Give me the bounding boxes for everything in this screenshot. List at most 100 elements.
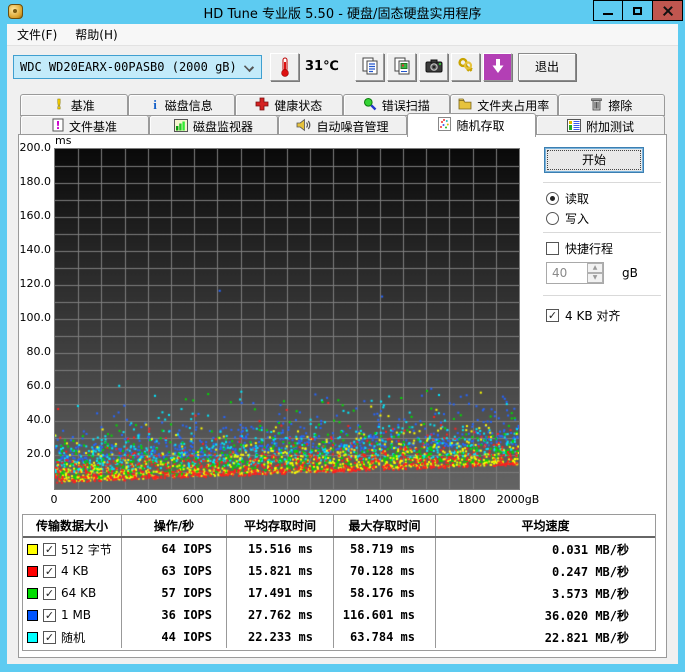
spinner-up-button[interactable]: ▲ (587, 263, 603, 273)
y-tick-label: 100.0 (19, 311, 52, 324)
title-bar: HD Tune 专业版 5.50 - 硬盘/固态硬盘实用程序 (0, 0, 685, 24)
toolbar: WDC WD20EARX-00PASB0 (2000 gB) 31℃ 退出 (7, 46, 678, 90)
checkbox-unchecked-icon (546, 242, 559, 255)
align-checkbox[interactable]: ✓ 4 KB 对齐 (546, 307, 620, 324)
table-row: ✓ 随机 44 IOPS 22.233 ms 63.784 ms 22.821 MB/秒 (23, 626, 655, 648)
minimize-button[interactable] (593, 0, 623, 21)
app-window: HD Tune 专业版 5.50 - 硬盘/固态硬盘实用程序 文件(F) 帮助(H… (0, 0, 685, 672)
y-tick-label: 60.0 (26, 379, 52, 392)
series-checkbox[interactable]: ✓ (43, 630, 56, 644)
write-radio-label: 写入 (565, 212, 590, 226)
avg-speed-value: 22.821 MB/秒 (435, 626, 655, 648)
update-button[interactable] (483, 53, 512, 81)
chevron-down-icon (243, 61, 255, 73)
copy-image-icon (392, 56, 412, 79)
disk-info-icon: i (150, 97, 160, 114)
ops-value: 36 IOPS (121, 604, 226, 626)
maximize-icon (633, 6, 642, 15)
series-label: 64 KB (61, 586, 97, 600)
random-access-page: ms 20.0 40.0 60.0 80.0 100.0 120.0 140.0 160.0 1… (18, 134, 667, 658)
exit-button[interactable]: 退出 (518, 53, 576, 81)
copy-text-button[interactable] (355, 53, 384, 81)
y-tick-label: 140.0 (19, 243, 52, 256)
results-table-header: 传输数据大小 操作/秒 平均存取时间 最大存取时间 平均速度 (23, 515, 655, 538)
x-tick-label: 0 (50, 493, 58, 506)
shortstroke-checkbox[interactable]: 快捷行程 (546, 240, 613, 257)
series-checkbox[interactable]: ✓ (43, 608, 56, 622)
max-access-value: 58.719 ms (333, 538, 435, 560)
series-checkbox[interactable]: ✓ (43, 586, 56, 600)
avg-access-value: 15.516 ms (226, 538, 333, 560)
shortstroke-unit: gB (622, 266, 638, 280)
max-access-value: 63.784 ms (333, 626, 435, 648)
temperature-button[interactable] (270, 53, 299, 81)
max-access-value: 116.601 ms (333, 604, 435, 626)
table-row: ✓ 1 MB 36 IOPS 27.762 ms 116.601 ms 36.020 MB… (23, 604, 655, 626)
maximize-button[interactable] (623, 0, 653, 21)
tab-基准[interactable]: ! 基准 (20, 94, 128, 116)
write-radio[interactable]: 写入 (546, 210, 589, 227)
column-header: 操作/秒 (121, 515, 226, 536)
avg-speed-value: 0.247 MB/秒 (435, 560, 655, 582)
tab-擦除[interactable]: 擦除 (557, 94, 665, 116)
spinner-down-button[interactable]: ▼ (587, 273, 603, 283)
tab-磁盘信息[interactable]: i 磁盘信息 (127, 94, 235, 116)
table-row: ✓ 512 字节 64 IOPS 15.516 ms 58.719 ms 0.031 MB… (23, 538, 655, 560)
tab-row-1: ! 基准 i 磁盘信息 健康状态 错误扫描 文件夹占用率 擦除 (20, 94, 665, 116)
ops-value: 63 IOPS (121, 560, 226, 582)
tab-label: 擦除 (608, 98, 633, 113)
tab-label: 文件基准 (68, 120, 117, 134)
tab-label: 随机存取 (456, 119, 505, 133)
screenshot-icon (424, 56, 444, 79)
thermometer-icon (280, 57, 289, 77)
y-tick-label: 200.0 (19, 141, 52, 154)
x-tick-label: 800 (229, 493, 251, 506)
file-benchmark-icon: ! (52, 118, 64, 135)
error-scan-icon (363, 97, 377, 114)
column-header: 传输数据大小 (35, 519, 108, 533)
copy-image-button[interactable] (387, 53, 416, 81)
x-tick-label: 600 (182, 493, 204, 506)
align-label: 4 KB 对齐 (565, 309, 621, 323)
series-checkbox[interactable]: ✓ (43, 564, 56, 578)
menu-bar: 文件(F) 帮助(H) (7, 24, 678, 46)
series-label: 1 MB (61, 608, 92, 622)
x-tick-label: 1800 (457, 493, 486, 506)
read-radio[interactable]: 读取 (546, 190, 589, 207)
window-title: HD Tune 专业版 5.50 - 硬盘/固态硬盘实用程序 (203, 7, 482, 22)
extra-tests-icon (566, 118, 581, 135)
random-access-icon (438, 117, 452, 134)
close-button[interactable] (653, 0, 683, 21)
x-tick-label: 1400 (364, 493, 393, 506)
series-label: 512 字节 (61, 542, 112, 557)
table-row: ✓ 64 KB 57 IOPS 17.491 ms 58.176 ms 3.573 MB/… (23, 582, 655, 604)
tab-strip: ! 基准 i 磁盘信息 健康状态 错误扫描 文件夹占用率 擦除 ! 文件基准 磁盘监视器 自动噪音管… (7, 90, 678, 137)
drive-dropdown[interactable]: WDC WD20EARX-00PASB0 (2000 gB) (13, 55, 262, 79)
options-button[interactable] (451, 53, 480, 81)
start-button[interactable]: 开始 (544, 147, 644, 173)
screenshot-button[interactable] (419, 53, 448, 81)
avg-access-value: 15.821 ms (226, 560, 333, 582)
series-color-swatch (27, 631, 38, 643)
shortstroke-spinner: ▲ ▼ (587, 263, 603, 283)
ops-value: 64 IOPS (121, 538, 226, 560)
x-tick-label: 2000gB (496, 493, 540, 506)
series-label: 随机 (61, 630, 86, 645)
health-icon (255, 97, 269, 114)
menu-item-1[interactable]: 帮助(H) (67, 24, 125, 45)
menu-item-0[interactable]: 文件(F) (9, 24, 65, 45)
avg-speed-value: 3.573 MB/秒 (435, 582, 655, 604)
separator (543, 232, 661, 234)
shortstroke-label: 快捷行程 (565, 242, 614, 256)
avg-access-value: 17.491 ms (226, 582, 333, 604)
tab-label: 磁盘信息 (164, 98, 213, 113)
svg-text:!: ! (56, 98, 62, 111)
minimize-icon (603, 12, 613, 15)
ops-value: 44 IOPS (121, 626, 226, 648)
x-tick-label: 400 (136, 493, 158, 506)
series-checkbox[interactable]: ✓ (43, 542, 56, 556)
tab-健康状态[interactable]: 健康状态 (235, 94, 343, 116)
tab-随机存取[interactable]: 随机存取 (407, 113, 536, 137)
column-header: 平均存取时间 (226, 515, 333, 536)
erase-icon (590, 97, 603, 114)
